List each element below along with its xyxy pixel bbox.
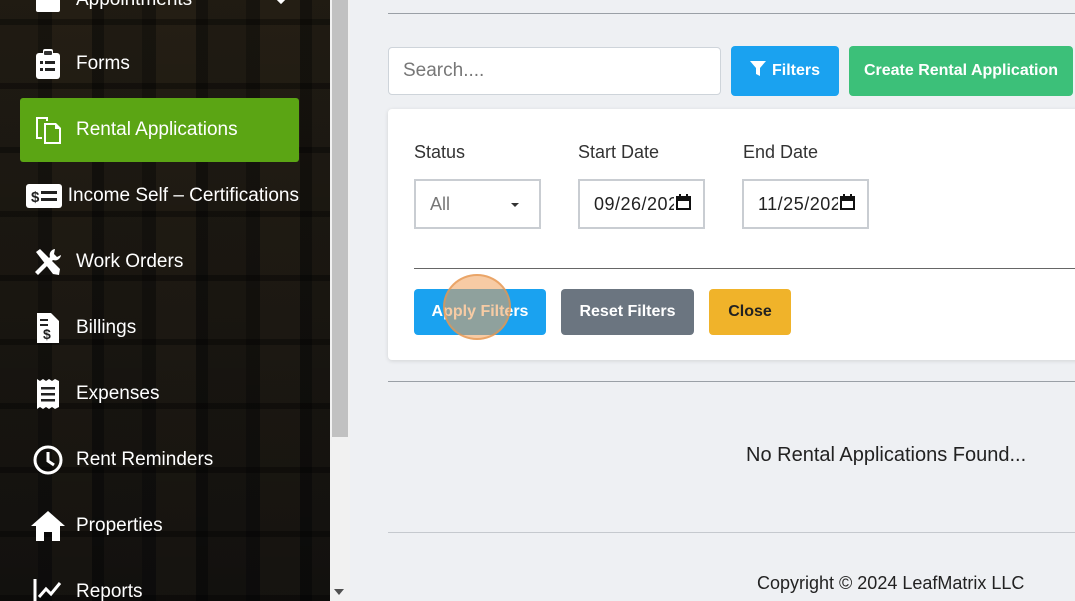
caret-down-icon — [511, 203, 519, 207]
end-date-value: 11/25/2024 — [758, 193, 838, 214]
sidebar-item-label: Work Orders — [76, 251, 184, 272]
sidebar-item-label: Properties — [76, 515, 163, 536]
clipboard-list-icon — [20, 49, 76, 79]
svg-text:$: $ — [31, 189, 40, 206]
sidebar-item-work-orders[interactable]: Work Orders — [20, 230, 299, 294]
home-icon — [20, 511, 76, 541]
scroll-down-arrow-icon[interactable] — [334, 589, 344, 595]
empty-state-message: No Rental Applications Found... — [746, 444, 1027, 466]
footer-divider — [388, 532, 1075, 533]
sidebar-item-label: Income Self – Certifications — [67, 185, 299, 206]
sidebar-item-expenses[interactable]: Expenses — [20, 362, 299, 426]
start-date-value: 09/26/2024 — [594, 193, 674, 214]
filters-button-label: Filters — [771, 62, 820, 79]
clock-icon — [20, 445, 76, 475]
sidebar-item-label: Rental Applications — [76, 119, 238, 140]
tools-icon — [20, 247, 76, 277]
sidebar-item-label: Rent Reminders — [76, 449, 214, 470]
calendar-picker-icon[interactable] — [840, 193, 855, 215]
start-date-input[interactable]: 09/26/2024 — [578, 179, 705, 229]
apply-filters-button[interactable]: Apply Filters — [414, 289, 546, 335]
money-bill-icon: $ — [20, 184, 68, 208]
calendar-icon — [20, 0, 76, 13]
sidebar-item-label: Reports — [76, 581, 143, 601]
top-divider — [388, 13, 1075, 14]
content-divider — [388, 381, 1075, 382]
search-input[interactable] — [388, 47, 721, 95]
sidebar-item-properties[interactable]: Properties — [20, 494, 299, 558]
filter-panel-divider — [414, 268, 1075, 269]
receipt-icon — [20, 379, 76, 409]
sidebar-item-label: Appointments — [76, 0, 192, 11]
copy-icon — [20, 115, 76, 145]
svg-text:$: $ — [43, 326, 51, 342]
calendar-picker-icon[interactable] — [676, 193, 691, 215]
sidebar-item-billings[interactable]: $ Billings — [20, 296, 299, 360]
end-date-label: End Date — [743, 142, 819, 162]
status-select-value: All — [430, 193, 451, 214]
sidebar-item-reports[interactable]: Reports — [20, 560, 299, 601]
status-label: Status — [414, 142, 466, 162]
status-select[interactable]: All — [414, 179, 541, 229]
sidebar-item-forms[interactable]: Forms — [20, 32, 299, 96]
footer-copyright: Copyright © 2024 LeafMatrix LLC — [757, 573, 1025, 593]
scrollbar-thumb[interactable] — [332, 0, 348, 437]
sidebar-item-label: Expenses — [76, 383, 160, 404]
sidebar-item-label: Billings — [76, 317, 137, 338]
sidebar-item-rental-applications[interactable]: Rental Applications — [20, 98, 299, 162]
sidebar-item-appointments[interactable]: Appointments — [20, 0, 299, 32]
sidebar-scrollbar[interactable] — [330, 0, 350, 601]
sidebar-item-label: Forms — [76, 53, 130, 74]
chevron-down-icon[interactable] — [273, 0, 289, 11]
invoice-dollar-icon: $ — [20, 313, 76, 343]
end-date-input[interactable]: 11/25/2024 — [742, 179, 869, 229]
start-date-label: Start Date — [578, 142, 660, 162]
sidebar-item-rent-reminders[interactable]: Rent Reminders — [20, 428, 299, 492]
close-filters-button[interactable]: Close — [709, 289, 791, 335]
sidebar-item-income-certifications[interactable]: $ Income Self – Certifications — [20, 164, 299, 228]
chart-line-icon — [20, 579, 76, 601]
filter-icon — [749, 61, 766, 81]
filters-button[interactable]: Filters — [731, 46, 839, 96]
create-rental-application-button[interactable]: Create Rental Application — [849, 46, 1073, 96]
reset-filters-button[interactable]: Reset Filters — [561, 289, 694, 335]
sidebar: Appointments Forms Rental Applications $… — [0, 0, 330, 601]
